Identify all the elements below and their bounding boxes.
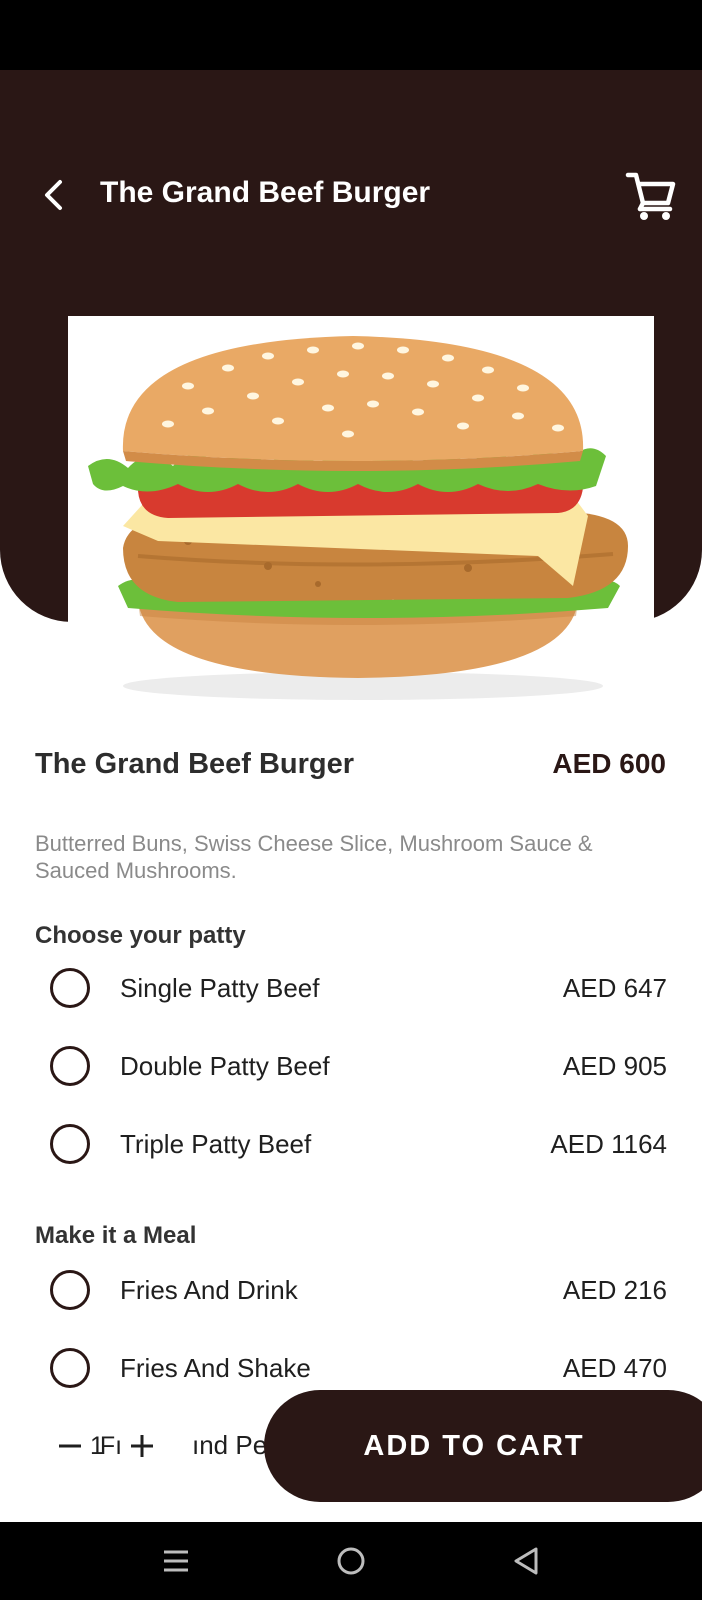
decrease-quantity-button[interactable] <box>50 1426 90 1466</box>
patty-option-single[interactable]: Single Patty Beef AED 647 <box>35 956 667 1020</box>
increase-quantity-button[interactable] <box>122 1426 162 1466</box>
page-title: The Grand Beef Burger <box>100 176 431 209</box>
option-label: Double Patty Beef <box>120 1050 330 1081</box>
home-button[interactable] <box>321 1536 381 1586</box>
radio-button[interactable] <box>50 1348 90 1388</box>
option-label: Fries And Shake <box>120 1352 311 1383</box>
quantity-value: 1Fı <box>90 1431 123 1460</box>
option-label: Single Patty Beef <box>120 972 320 1003</box>
patty-option-double[interactable]: Double Patty Beef AED 905 <box>35 1034 667 1098</box>
meal-section-title: Make it a Meal <box>35 1222 197 1249</box>
item-price: AED 600 <box>552 748 666 779</box>
patty-section-title: Choose your patty <box>35 922 246 949</box>
add-to-cart-label: ADD TO CART <box>363 1429 585 1462</box>
option-price: AED 470 <box>562 1352 667 1383</box>
option-price: AED 647 <box>562 972 667 1003</box>
plus-icon <box>131 1435 153 1457</box>
patty-option-triple[interactable]: Triple Patty Beef AED 1164 <box>35 1112 667 1176</box>
option-label: Fries And Drink <box>120 1274 298 1305</box>
back-button[interactable] <box>34 172 74 218</box>
radio-button[interactable] <box>50 968 90 1008</box>
add-to-cart-button[interactable]: ADD TO CART <box>264 1390 702 1502</box>
item-description: Butterred Buns, Swiss Cheese Slice, Mush… <box>35 831 593 883</box>
back-navigation-button[interactable] <box>496 1536 556 1586</box>
recent-apps-button[interactable] <box>146 1536 206 1586</box>
shopping-cart-icon <box>625 172 676 220</box>
cart-button[interactable] <box>622 166 680 224</box>
quantity-stepper: 1Fı <box>50 1422 162 1470</box>
meal-option-partial-label: ınd Pe <box>192 1430 268 1460</box>
meal-option-fries-drink[interactable]: Fries And Drink AED 216 <box>35 1258 667 1322</box>
option-price: AED 216 <box>562 1274 667 1305</box>
radio-button[interactable] <box>50 1046 90 1086</box>
chevron-left-icon <box>45 180 62 210</box>
status-bar <box>0 0 702 70</box>
option-price: AED 1164 <box>550 1128 667 1159</box>
back-triangle-icon <box>514 1547 538 1575</box>
item-name: The Grand Beef Burger <box>35 748 355 780</box>
radio-button[interactable] <box>50 1124 90 1164</box>
home-circle-icon <box>337 1547 365 1575</box>
menu-icon <box>164 1550 188 1572</box>
system-navigation-bar <box>0 1522 702 1600</box>
option-price: AED 905 <box>562 1050 667 1081</box>
minus-icon <box>59 1444 81 1448</box>
product-image <box>68 316 654 706</box>
radio-button[interactable] <box>50 1270 90 1310</box>
option-label: Triple Patty Beef <box>120 1128 312 1159</box>
